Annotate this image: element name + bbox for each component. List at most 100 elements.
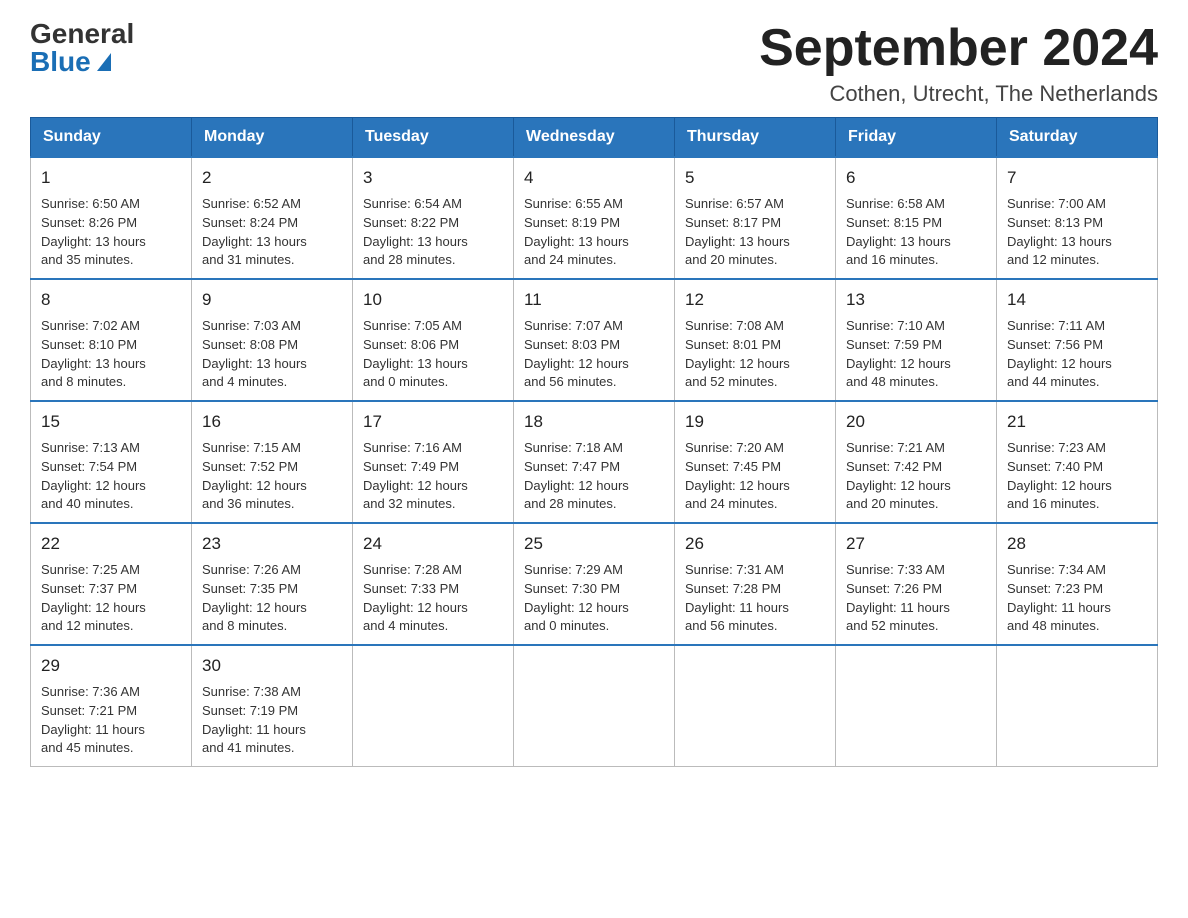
day-number: 3 [363, 166, 503, 191]
calendar-cell: 30 Sunrise: 7:38 AMSunset: 7:19 PMDaylig… [192, 645, 353, 767]
day-info: Sunrise: 7:10 AMSunset: 7:59 PMDaylight:… [846, 318, 951, 390]
calendar-cell: 12 Sunrise: 7:08 AMSunset: 8:01 PMDaylig… [675, 279, 836, 401]
calendar-cell: 27 Sunrise: 7:33 AMSunset: 7:26 PMDaylig… [836, 523, 997, 645]
weekday-header-wednesday: Wednesday [514, 118, 675, 158]
weekday-header-row: SundayMondayTuesdayWednesdayThursdayFrid… [31, 118, 1158, 158]
calendar-cell: 19 Sunrise: 7:20 AMSunset: 7:45 PMDaylig… [675, 401, 836, 523]
calendar-cell [514, 645, 675, 767]
calendar-cell: 18 Sunrise: 7:18 AMSunset: 7:47 PMDaylig… [514, 401, 675, 523]
day-number: 23 [202, 532, 342, 557]
calendar-week-row: 15 Sunrise: 7:13 AMSunset: 7:54 PMDaylig… [31, 401, 1158, 523]
day-info: Sunrise: 7:18 AMSunset: 7:47 PMDaylight:… [524, 440, 629, 512]
weekday-header-tuesday: Tuesday [353, 118, 514, 158]
calendar-cell: 14 Sunrise: 7:11 AMSunset: 7:56 PMDaylig… [997, 279, 1158, 401]
day-info: Sunrise: 7:28 AMSunset: 7:33 PMDaylight:… [363, 562, 468, 634]
day-info: Sunrise: 6:54 AMSunset: 8:22 PMDaylight:… [363, 196, 468, 268]
day-info: Sunrise: 7:16 AMSunset: 7:49 PMDaylight:… [363, 440, 468, 512]
calendar-week-row: 1 Sunrise: 6:50 AMSunset: 8:26 PMDayligh… [31, 157, 1158, 279]
day-number: 25 [524, 532, 664, 557]
day-number: 4 [524, 166, 664, 191]
day-info: Sunrise: 7:36 AMSunset: 7:21 PMDaylight:… [41, 684, 145, 756]
calendar-week-row: 8 Sunrise: 7:02 AMSunset: 8:10 PMDayligh… [31, 279, 1158, 401]
day-info: Sunrise: 7:05 AMSunset: 8:06 PMDaylight:… [363, 318, 468, 390]
logo-blue-text: Blue [30, 48, 111, 76]
calendar-cell [353, 645, 514, 767]
day-number: 1 [41, 166, 181, 191]
day-info: Sunrise: 7:13 AMSunset: 7:54 PMDaylight:… [41, 440, 146, 512]
day-info: Sunrise: 7:07 AMSunset: 8:03 PMDaylight:… [524, 318, 629, 390]
logo-general-text: General [30, 20, 134, 48]
day-number: 11 [524, 288, 664, 313]
month-title: September 2024 [759, 20, 1158, 77]
day-info: Sunrise: 7:26 AMSunset: 7:35 PMDaylight:… [202, 562, 307, 634]
calendar-cell: 22 Sunrise: 7:25 AMSunset: 7:37 PMDaylig… [31, 523, 192, 645]
calendar-cell: 7 Sunrise: 7:00 AMSunset: 8:13 PMDayligh… [997, 157, 1158, 279]
day-info: Sunrise: 7:33 AMSunset: 7:26 PMDaylight:… [846, 562, 950, 634]
day-number: 30 [202, 654, 342, 679]
day-info: Sunrise: 7:29 AMSunset: 7:30 PMDaylight:… [524, 562, 629, 634]
day-info: Sunrise: 6:52 AMSunset: 8:24 PMDaylight:… [202, 196, 307, 268]
weekday-header-friday: Friday [836, 118, 997, 158]
day-number: 22 [41, 532, 181, 557]
day-number: 21 [1007, 410, 1147, 435]
day-info: Sunrise: 7:31 AMSunset: 7:28 PMDaylight:… [685, 562, 789, 634]
day-number: 6 [846, 166, 986, 191]
day-info: Sunrise: 7:25 AMSunset: 7:37 PMDaylight:… [41, 562, 146, 634]
calendar-cell: 26 Sunrise: 7:31 AMSunset: 7:28 PMDaylig… [675, 523, 836, 645]
page-header: General Blue September 2024 Cothen, Utre… [30, 20, 1158, 107]
day-info: Sunrise: 6:57 AMSunset: 8:17 PMDaylight:… [685, 196, 790, 268]
calendar-cell: 9 Sunrise: 7:03 AMSunset: 8:08 PMDayligh… [192, 279, 353, 401]
day-number: 18 [524, 410, 664, 435]
day-info: Sunrise: 7:08 AMSunset: 8:01 PMDaylight:… [685, 318, 790, 390]
calendar-cell: 3 Sunrise: 6:54 AMSunset: 8:22 PMDayligh… [353, 157, 514, 279]
calendar-cell: 1 Sunrise: 6:50 AMSunset: 8:26 PMDayligh… [31, 157, 192, 279]
weekday-header-thursday: Thursday [675, 118, 836, 158]
weekday-header-sunday: Sunday [31, 118, 192, 158]
calendar-cell: 17 Sunrise: 7:16 AMSunset: 7:49 PMDaylig… [353, 401, 514, 523]
day-number: 26 [685, 532, 825, 557]
calendar-week-row: 29 Sunrise: 7:36 AMSunset: 7:21 PMDaylig… [31, 645, 1158, 767]
calendar-cell: 13 Sunrise: 7:10 AMSunset: 7:59 PMDaylig… [836, 279, 997, 401]
weekday-header-monday: Monday [192, 118, 353, 158]
logo-triangle-icon [97, 53, 111, 71]
day-info: Sunrise: 7:21 AMSunset: 7:42 PMDaylight:… [846, 440, 951, 512]
day-number: 14 [1007, 288, 1147, 313]
calendar-cell: 2 Sunrise: 6:52 AMSunset: 8:24 PMDayligh… [192, 157, 353, 279]
day-info: Sunrise: 6:58 AMSunset: 8:15 PMDaylight:… [846, 196, 951, 268]
day-number: 24 [363, 532, 503, 557]
calendar-cell: 4 Sunrise: 6:55 AMSunset: 8:19 PMDayligh… [514, 157, 675, 279]
calendar-cell: 16 Sunrise: 7:15 AMSunset: 7:52 PMDaylig… [192, 401, 353, 523]
day-info: Sunrise: 6:50 AMSunset: 8:26 PMDaylight:… [41, 196, 146, 268]
calendar-cell: 23 Sunrise: 7:26 AMSunset: 7:35 PMDaylig… [192, 523, 353, 645]
day-number: 29 [41, 654, 181, 679]
day-number: 17 [363, 410, 503, 435]
calendar-cell: 10 Sunrise: 7:05 AMSunset: 8:06 PMDaylig… [353, 279, 514, 401]
day-number: 16 [202, 410, 342, 435]
day-number: 15 [41, 410, 181, 435]
calendar-cell: 21 Sunrise: 7:23 AMSunset: 7:40 PMDaylig… [997, 401, 1158, 523]
day-number: 28 [1007, 532, 1147, 557]
day-number: 8 [41, 288, 181, 313]
day-info: Sunrise: 7:03 AMSunset: 8:08 PMDaylight:… [202, 318, 307, 390]
calendar-week-row: 22 Sunrise: 7:25 AMSunset: 7:37 PMDaylig… [31, 523, 1158, 645]
day-number: 19 [685, 410, 825, 435]
day-info: Sunrise: 7:00 AMSunset: 8:13 PMDaylight:… [1007, 196, 1112, 268]
calendar-cell: 6 Sunrise: 6:58 AMSunset: 8:15 PMDayligh… [836, 157, 997, 279]
day-info: Sunrise: 7:15 AMSunset: 7:52 PMDaylight:… [202, 440, 307, 512]
day-info: Sunrise: 7:23 AMSunset: 7:40 PMDaylight:… [1007, 440, 1112, 512]
calendar-cell: 28 Sunrise: 7:34 AMSunset: 7:23 PMDaylig… [997, 523, 1158, 645]
day-number: 9 [202, 288, 342, 313]
day-info: Sunrise: 7:34 AMSunset: 7:23 PMDaylight:… [1007, 562, 1111, 634]
day-number: 12 [685, 288, 825, 313]
calendar-cell: 24 Sunrise: 7:28 AMSunset: 7:33 PMDaylig… [353, 523, 514, 645]
day-number: 5 [685, 166, 825, 191]
day-info: Sunrise: 6:55 AMSunset: 8:19 PMDaylight:… [524, 196, 629, 268]
calendar-cell: 29 Sunrise: 7:36 AMSunset: 7:21 PMDaylig… [31, 645, 192, 767]
day-number: 27 [846, 532, 986, 557]
calendar-cell: 11 Sunrise: 7:07 AMSunset: 8:03 PMDaylig… [514, 279, 675, 401]
calendar-cell: 15 Sunrise: 7:13 AMSunset: 7:54 PMDaylig… [31, 401, 192, 523]
calendar-table: SundayMondayTuesdayWednesdayThursdayFrid… [30, 117, 1158, 767]
location-text: Cothen, Utrecht, The Netherlands [759, 81, 1158, 107]
day-number: 2 [202, 166, 342, 191]
calendar-cell: 20 Sunrise: 7:21 AMSunset: 7:42 PMDaylig… [836, 401, 997, 523]
